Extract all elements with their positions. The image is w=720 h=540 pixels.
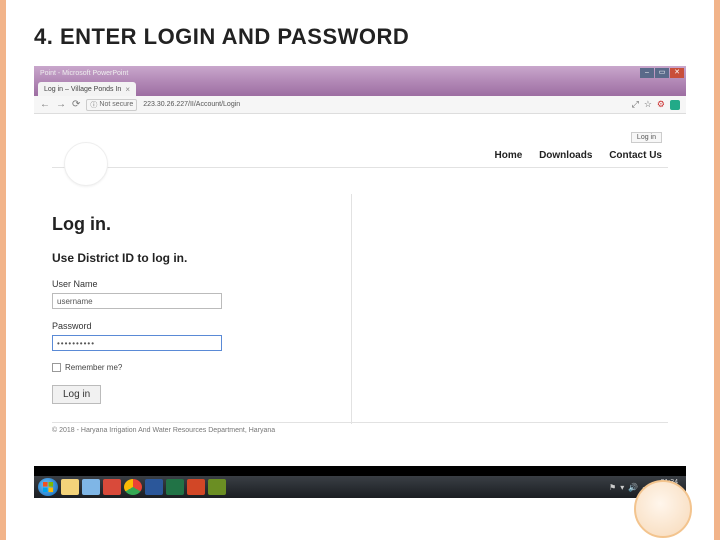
remember-label: Remember me? [65, 363, 122, 372]
forward-icon[interactable]: → [56, 99, 66, 110]
tab-title: Log in – Village Ponds In [44, 86, 121, 93]
screenshot-container: Point - Microsoft PowerPoint – ▭ ✕ Log i… [34, 66, 686, 498]
login-button[interactable]: Log in [52, 385, 101, 404]
bookmark-star-icon[interactable]: ☆ [644, 99, 652, 110]
reload-icon[interactable]: ⟳ [72, 99, 80, 110]
login-form: Log in. Use District ID to log in. User … [52, 194, 352, 424]
window-titlebar: Point - Microsoft PowerPoint – ▭ ✕ [34, 66, 686, 80]
browser-address-bar: ← → ⟳ ⓘ Not secure 223.30.26.227/II/Acco… [34, 96, 686, 114]
page-body: Log in Home Downloads Contact Us Log in.… [34, 114, 686, 466]
info-icon: ⓘ [90, 100, 97, 110]
nav-home[interactable]: Home [495, 150, 523, 161]
remember-me-row[interactable]: Remember me? [52, 363, 331, 372]
tray-volume-icon[interactable]: 🔊 [628, 483, 638, 492]
window-maximize-button[interactable]: ▭ [655, 68, 669, 78]
window-app-title: Point - Microsoft PowerPoint [36, 70, 128, 77]
taskbar-app-icon-3[interactable] [208, 479, 226, 495]
password-input[interactable] [52, 335, 222, 351]
taskbar-word-icon[interactable] [145, 479, 163, 495]
login-heading: Log in. [52, 214, 331, 235]
not-secure-badge[interactable]: ⓘ Not secure [86, 99, 137, 111]
taskbar-excel-icon[interactable] [166, 479, 184, 495]
browser-tab[interactable]: Log in – Village Ponds In × [38, 82, 136, 96]
taskbar-app-icon-1[interactable] [82, 479, 100, 495]
start-button[interactable] [38, 478, 58, 496]
header-login-link[interactable]: Log in [631, 132, 662, 143]
taskbar-app-icon-2[interactable] [103, 479, 121, 495]
settings-gear-icon[interactable]: ⚙ [657, 99, 665, 110]
black-strip [34, 466, 686, 476]
nav-downloads[interactable]: Downloads [539, 150, 592, 161]
extension-icon[interactable] [670, 100, 680, 110]
browser-tabbar: Log in – Village Ponds In × [34, 80, 686, 96]
taskbar-explorer-icon[interactable] [61, 479, 79, 495]
taskbar-powerpoint-icon[interactable] [187, 479, 205, 495]
top-nav: Home Downloads Contact Us [52, 148, 668, 168]
footer-copyright: © 2018 - Haryana Irrigation And Water Re… [52, 422, 668, 434]
username-input[interactable] [52, 293, 222, 309]
remember-checkbox[interactable] [52, 363, 61, 372]
window-close-button[interactable]: ✕ [670, 68, 684, 78]
password-label: Password [52, 321, 331, 331]
tab-close-icon[interactable]: × [125, 85, 130, 94]
logo-placeholder-circle [64, 142, 108, 186]
tray-flag-icon[interactable]: ⚑ [609, 483, 616, 492]
back-icon[interactable]: ← [40, 99, 50, 110]
slide-title: 4. ENTER LOGIN AND PASSWORD [34, 24, 686, 50]
zoom-icon[interactable]: ⤢ [632, 99, 639, 110]
taskbar-chrome-icon[interactable] [124, 479, 142, 495]
username-label: User Name [52, 279, 331, 289]
slide-decorative-circle [634, 480, 692, 538]
url-text[interactable]: 223.30.26.227/II/Account/Login [143, 101, 625, 108]
windows-taskbar: ⚑ ▾ 🔊 21:34 23-03-2019 [34, 476, 686, 498]
nav-contact[interactable]: Contact Us [609, 150, 662, 161]
not-secure-label: Not secure [99, 101, 133, 108]
login-subheading: Use District ID to log in. [52, 251, 331, 265]
window-minimize-button[interactable]: – [640, 68, 654, 78]
tray-network-icon[interactable]: ▾ [620, 483, 624, 492]
